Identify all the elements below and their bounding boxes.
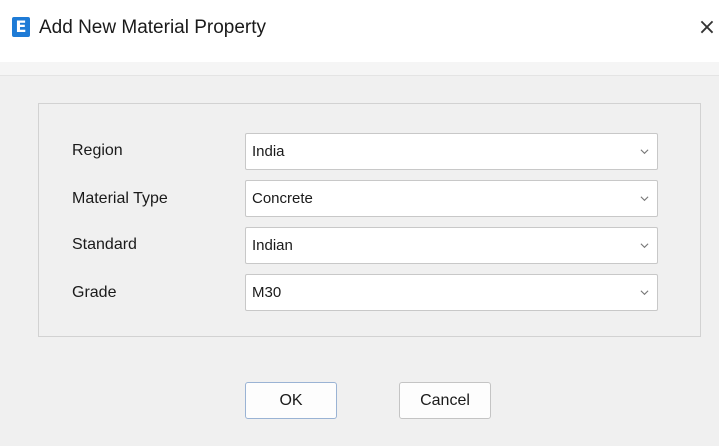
title-bar: E Add New Material Property × <box>0 0 719 62</box>
region-dropdown[interactable]: India <box>245 133 658 170</box>
region-label: Region <box>72 142 123 159</box>
add-material-dialog: E Add New Material Property × Region Ind… <box>0 0 719 446</box>
chevron-down-icon <box>640 196 649 202</box>
dialog-title: Add New Material Property <box>39 17 267 38</box>
cancel-button[interactable]: Cancel <box>399 382 491 419</box>
grade-label: Grade <box>72 284 117 301</box>
chevron-down-icon <box>640 149 649 155</box>
standard-label: Standard <box>72 236 137 253</box>
title-divider <box>0 62 719 76</box>
close-icon[interactable]: × <box>695 14 719 42</box>
grade-value: M30 <box>252 284 282 301</box>
ok-button[interactable]: OK <box>245 382 337 419</box>
standard-value: Indian <box>252 237 293 254</box>
standard-dropdown[interactable]: Indian <box>245 227 658 264</box>
grade-dropdown[interactable]: M30 <box>245 274 658 311</box>
chevron-down-icon <box>640 290 649 296</box>
material-type-dropdown[interactable]: Concrete <box>245 180 658 217</box>
chevron-down-icon <box>640 243 649 249</box>
material-type-label: Material Type <box>72 190 168 207</box>
app-logo-icon: E <box>12 17 30 37</box>
material-type-value: Concrete <box>252 190 313 207</box>
region-value: India <box>252 143 285 160</box>
